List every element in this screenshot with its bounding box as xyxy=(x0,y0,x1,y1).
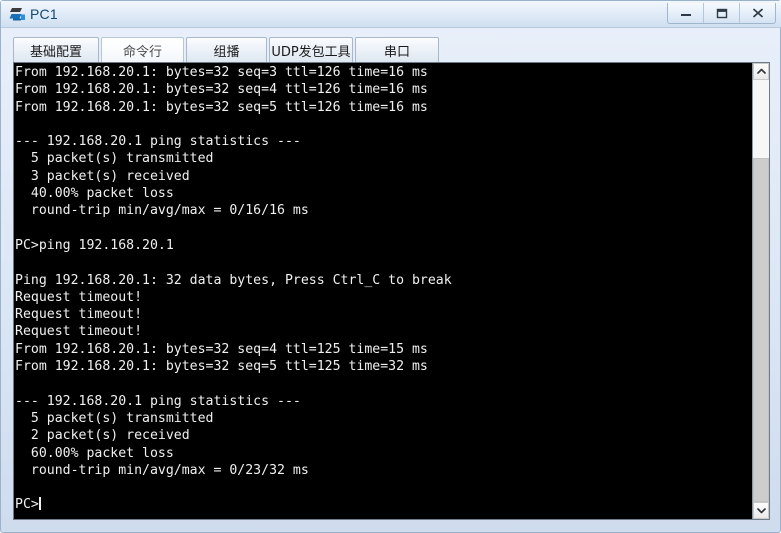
terminal-line: From 192.168.20.1: bytes=32 seq=4 ttl=12… xyxy=(15,341,428,357)
title-bar[interactable]: PC1 xyxy=(1,1,781,28)
terminal-line: 2 packet(s) received xyxy=(15,428,190,444)
tab-bar: 基础配置 命令行 组播 UDP发包工具 串口 xyxy=(13,35,770,63)
scroll-down-button[interactable] xyxy=(753,502,769,519)
tab-basic-config[interactable]: 基础配置 xyxy=(13,37,99,63)
scrollbar-thumb[interactable] xyxy=(753,158,769,502)
terminal-scrollbar[interactable] xyxy=(752,63,769,519)
terminal-output[interactable]: From 192.168.20.1: bytes=32 seq=3 ttl=12… xyxy=(14,63,753,519)
terminal-line: 5 packet(s) transmitted xyxy=(15,151,214,167)
minimize-button[interactable] xyxy=(668,3,704,23)
terminal-line: 40.00% packet loss xyxy=(15,186,174,202)
terminal-line: 3 packet(s) received xyxy=(15,168,190,184)
terminal-line: 60.00% packet loss xyxy=(15,445,174,461)
terminal-text: From 192.168.20.1: bytes=32 seq=3 ttl=12… xyxy=(15,64,452,514)
terminal-line: From 192.168.20.1: bytes=32 seq=4 ttl=12… xyxy=(15,82,428,98)
chevron-down-icon xyxy=(756,508,766,514)
text-cursor xyxy=(38,497,41,511)
window-title: PC1 xyxy=(30,6,58,22)
window-controls xyxy=(667,3,776,24)
tab-multicast[interactable]: 组播 xyxy=(186,37,267,63)
terminal-line: From 192.168.20.1: bytes=32 seq=3 ttl=12… xyxy=(15,65,428,80)
terminal-line: round-trip min/avg/max = 0/16/16 ms xyxy=(15,203,309,219)
scroll-up-button[interactable] xyxy=(753,63,769,80)
terminal-line: PC> xyxy=(15,497,41,513)
terminal-line: Request timeout! xyxy=(15,289,143,305)
terminal-line: --- 192.168.20.1 ping statistics --- xyxy=(15,393,301,409)
maximize-button[interactable] xyxy=(704,3,740,23)
terminal-line: Ping 192.168.20.1: 32 data bytes, Press … xyxy=(15,272,452,288)
tab-command-line[interactable]: 命令行 xyxy=(101,37,184,63)
terminal-line: From 192.168.20.1: bytes=32 seq=5 ttl=12… xyxy=(15,359,428,375)
terminal-panel: From 192.168.20.1: bytes=32 seq=3 ttl=12… xyxy=(13,62,770,520)
terminal-line: PC>ping 192.168.20.1 xyxy=(15,237,174,253)
terminal-line: Request timeout! xyxy=(15,307,143,323)
tab-serial-port[interactable]: 串口 xyxy=(355,37,439,63)
scrollbar-track[interactable] xyxy=(753,80,769,502)
close-button[interactable] xyxy=(740,3,775,23)
pc1-window: PC1 基础配置 命令行 组播 UDP发包工具 串口 From 192.168.… xyxy=(0,0,781,533)
terminal-line: round-trip min/avg/max = 0/23/32 ms xyxy=(15,462,309,478)
chevron-up-icon xyxy=(756,68,766,74)
terminal-line: From 192.168.20.1: bytes=32 seq=5 ttl=12… xyxy=(15,99,428,115)
tab-udp-packet-tool[interactable]: UDP发包工具 xyxy=(269,37,353,63)
terminal-line: 5 packet(s) transmitted xyxy=(15,410,214,426)
pc-device-icon xyxy=(9,5,27,23)
terminal-line: Request timeout! xyxy=(15,324,143,340)
terminal-line: --- 192.168.20.1 ping statistics --- xyxy=(15,134,301,150)
